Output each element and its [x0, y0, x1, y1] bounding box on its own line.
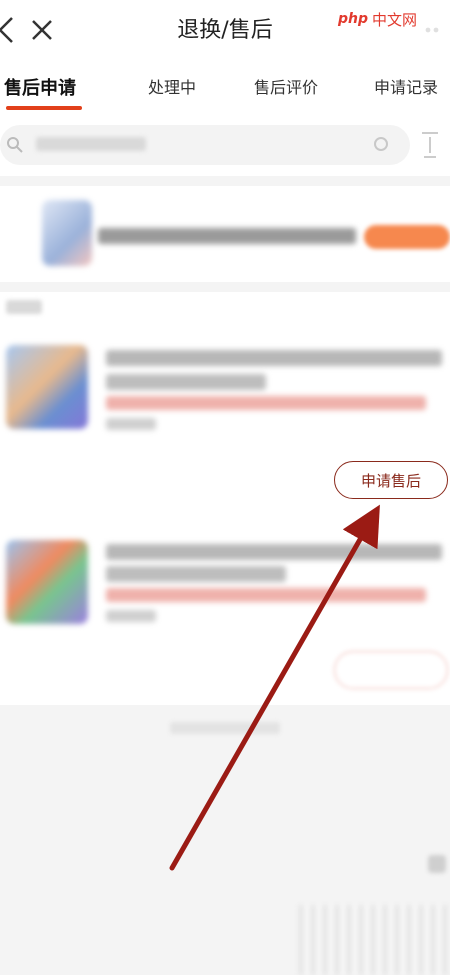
product-name-blurred — [106, 350, 442, 366]
search-placeholder-blurred — [36, 137, 146, 151]
product-spec-blurred — [106, 588, 426, 602]
product-qty-blurred — [106, 610, 156, 622]
tab-processing[interactable]: 处理中 — [148, 74, 196, 98]
active-tab-indicator — [6, 106, 82, 110]
product-name-blurred — [106, 544, 442, 560]
product-qty-blurred — [106, 418, 156, 430]
section-divider — [0, 176, 450, 186]
search-bar[interactable] — [0, 125, 410, 165]
watermark-logo-mark: php — [338, 11, 369, 27]
product-thumbnail — [6, 345, 88, 429]
promo-badge[interactable] — [364, 225, 450, 249]
tab-after-sales-apply[interactable]: 售后申请 — [4, 74, 76, 100]
product-thumbnail — [6, 540, 88, 624]
tab-after-sales-review[interactable]: 售后评价 — [254, 74, 318, 98]
secondary-order-button[interactable] — [334, 651, 448, 689]
title-bar: 退换/售后 php 中文网 — [0, 0, 450, 60]
promo-thumbnail — [42, 200, 92, 266]
product-name-blurred — [106, 566, 286, 582]
watermark-logo: php 中文网 — [332, 0, 450, 38]
section-divider — [0, 282, 450, 292]
apply-after-sales-button[interactable]: 申请售后 — [334, 461, 448, 499]
store-label-blurred — [6, 300, 42, 314]
scan-icon[interactable] — [372, 135, 392, 155]
product-name-blurred — [106, 374, 266, 390]
product-spec-blurred — [106, 396, 426, 410]
tab-apply-records[interactable]: 申请记录 — [374, 74, 438, 98]
back-to-top-icon[interactable] — [428, 855, 446, 873]
list-footer-blurred — [170, 722, 280, 734]
filter-icon[interactable] — [418, 127, 442, 163]
tab-bar: 售后申请 处理中 售后评价 申请记录 — [0, 60, 450, 112]
search-icon — [7, 137, 23, 153]
watermark-logo-text: 中文网 — [372, 10, 418, 29]
promo-text-blurred — [98, 228, 356, 244]
qr-code-blurred — [298, 905, 450, 975]
